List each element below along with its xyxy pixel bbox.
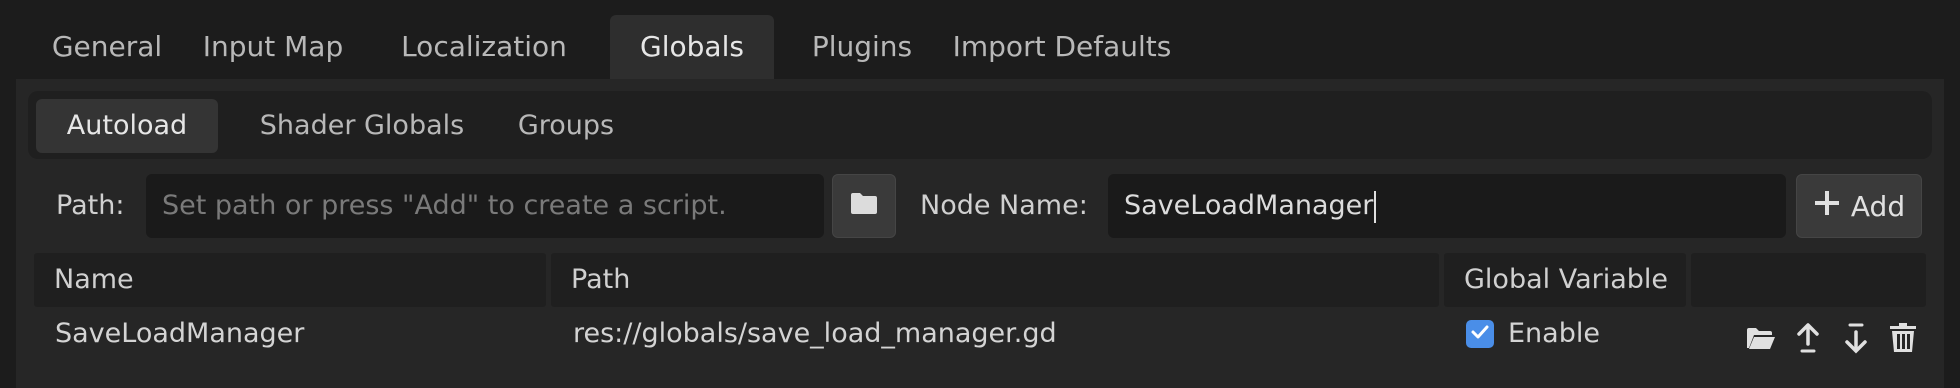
autoload-row-path[interactable]: res://globals/save_load_manager.gd xyxy=(573,314,1057,354)
tab-localization[interactable]: Localization xyxy=(384,15,584,79)
delete-icon[interactable] xyxy=(1886,321,1920,355)
plus-icon xyxy=(1813,189,1841,224)
tab-globals[interactable]: Globals xyxy=(610,15,774,79)
column-header-global-variable[interactable]: Global Variable xyxy=(1444,253,1686,307)
subtab-shader-globals[interactable]: Shader Globals xyxy=(246,99,478,153)
checkmark-icon xyxy=(1470,322,1490,346)
column-header-path[interactable]: Path xyxy=(551,253,1439,307)
globals-subtabs: Autoload Shader Globals Groups xyxy=(28,91,1932,159)
tab-input-map[interactable]: Input Map xyxy=(198,15,348,79)
move-down-icon[interactable] xyxy=(1839,321,1873,355)
node-name-input[interactable]: SaveLoadManager xyxy=(1108,174,1786,238)
add-autoload-button[interactable]: Add xyxy=(1796,174,1922,238)
global-variable-enable-label[interactable]: Enable xyxy=(1508,314,1600,354)
path-label: Path: xyxy=(56,190,125,221)
browse-path-button[interactable] xyxy=(832,174,896,238)
add-button-label: Add xyxy=(1850,189,1906,223)
column-header-actions xyxy=(1691,253,1926,307)
autoload-row-name[interactable]: SaveLoadManager xyxy=(55,314,304,354)
subtab-autoload[interactable]: Autoload xyxy=(36,99,218,153)
text-caret xyxy=(1374,190,1377,223)
tab-plugins[interactable]: Plugins xyxy=(792,15,932,79)
move-up-icon[interactable] xyxy=(1791,321,1825,355)
node-name-label: Node Name: xyxy=(920,190,1088,221)
open-folder-icon[interactable] xyxy=(1743,321,1777,355)
globals-panel: Autoload Shader Globals Groups Path: Set… xyxy=(16,79,1944,388)
subtab-groups[interactable]: Groups xyxy=(506,99,626,153)
column-header-name[interactable]: Name xyxy=(34,253,546,307)
tab-general[interactable]: General xyxy=(32,15,182,79)
tab-import-defaults[interactable]: Import Defaults xyxy=(952,15,1172,79)
node-name-value: SaveLoadManager xyxy=(1124,190,1374,221)
folder-icon xyxy=(849,190,879,223)
global-variable-checkbox[interactable] xyxy=(1466,320,1494,348)
path-input[interactable]: Set path or press "Add" to create a scri… xyxy=(146,174,824,238)
